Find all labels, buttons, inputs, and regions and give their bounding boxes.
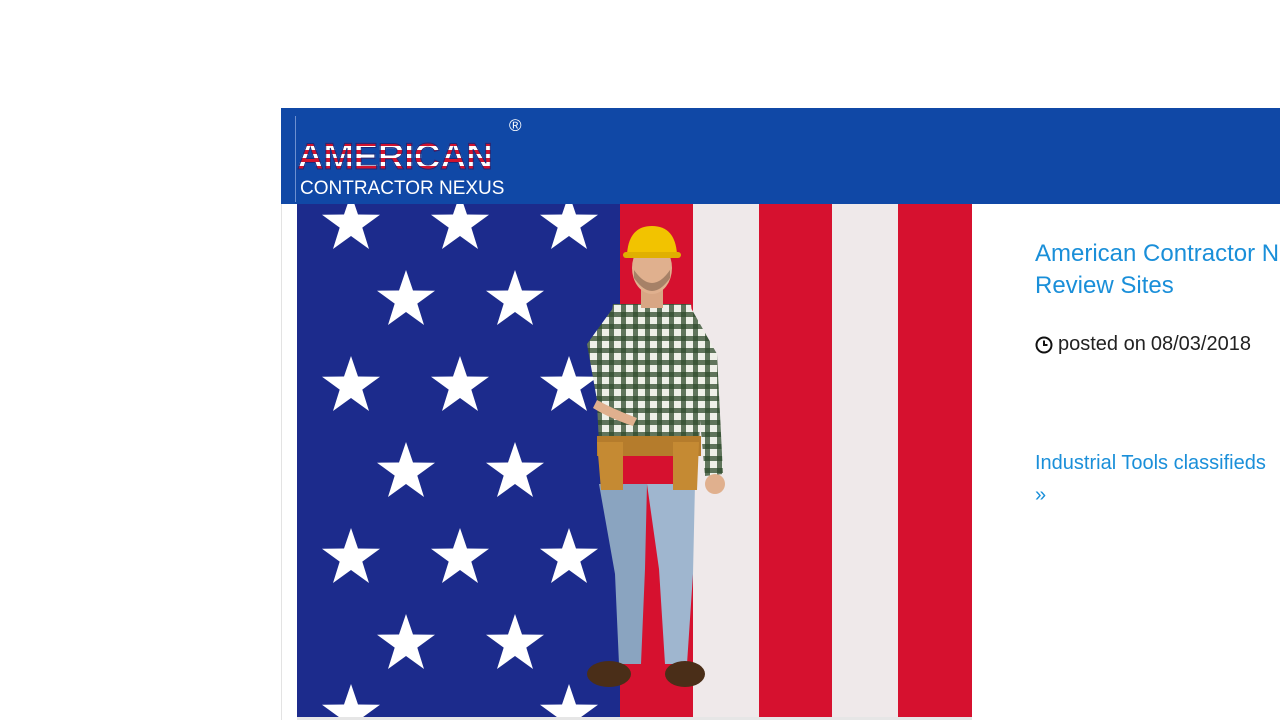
posted-prefix: posted on xyxy=(1058,333,1146,355)
site-header: AMERICAN ® CONTRACTOR NEXUS xyxy=(281,108,1280,204)
post-title-line-2: Review Sites xyxy=(1035,272,1174,299)
flag-worker-illustration xyxy=(297,204,972,717)
category-link[interactable]: Industrial Tools classifieds xyxy=(1035,452,1266,475)
clock-icon xyxy=(1035,336,1053,353)
post-featured-image[interactable] xyxy=(297,204,972,720)
post-meta: posted on 08/03/2018 xyxy=(1035,333,1251,356)
post-title-line-1: American Contractor N xyxy=(1035,240,1280,267)
post-title-link[interactable]: American Contractor N Review Sites xyxy=(1035,238,1280,302)
posted-date: 08/03/2018 xyxy=(1150,333,1251,355)
read-more-link[interactable]: » xyxy=(1035,484,1046,507)
registered-mark: ® xyxy=(509,116,522,135)
site-logo[interactable]: AMERICAN ® CONTRACTOR NEXUS xyxy=(296,116,529,200)
logo-title: AMERICAN xyxy=(296,136,493,177)
logo-subtitle: CONTRACTOR NEXUS xyxy=(300,178,505,199)
content-left-margin xyxy=(281,204,298,720)
header-divider xyxy=(295,116,296,202)
